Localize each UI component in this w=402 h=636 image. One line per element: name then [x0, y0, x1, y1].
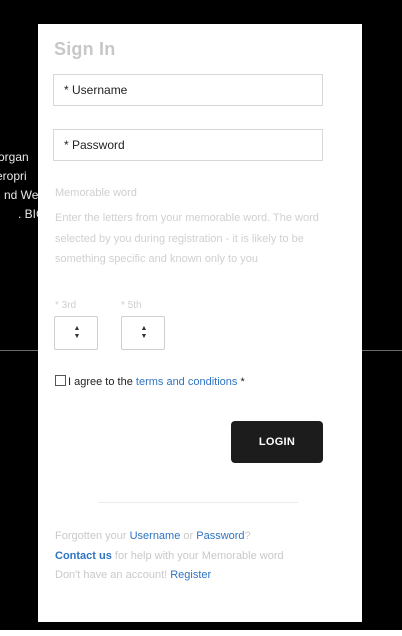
username-input[interactable]: [53, 74, 323, 106]
footer-divider: [98, 502, 298, 503]
signin-footer: Forgotten your Username or Password? Con…: [55, 527, 355, 586]
contact-row: Contact us for help with your Memorable …: [55, 547, 355, 567]
contact-us-link[interactable]: Contact us: [55, 550, 112, 562]
letter-5th-label: * 5th: [121, 300, 142, 311]
contact-suffix: for help with your Memorable word: [111, 549, 284, 562]
terms-required-mark: *: [237, 376, 245, 388]
signin-modal: Sign In Memorable word Enter the letters…: [38, 24, 362, 622]
terms-link[interactable]: terms and conditions: [136, 376, 238, 388]
letter-3rd-label: * 3rd: [55, 300, 77, 311]
no-account-text: Don't have an account!: [55, 569, 171, 581]
memorable-word-help: Enter the letters from your memorable wo…: [55, 212, 319, 265]
forgot-or: or: [180, 530, 197, 542]
register-row: Don't have an account! Register: [55, 566, 355, 586]
memorable-word-label: Memorable word: [55, 187, 137, 199]
forgot-row: Forgotten your Username or Password?: [55, 527, 355, 547]
terms-agreement: I agree to the terms and conditions *: [55, 375, 245, 388]
login-button[interactable]: LOGIN: [231, 421, 323, 463]
forgot-prefix: Forgotten your: [55, 530, 130, 542]
terms-checkbox[interactable]: [55, 375, 66, 386]
forgot-question-mark: ?: [244, 530, 251, 542]
up-down-arrows-icon: ▲ ▼: [140, 325, 148, 340]
letter-5th-select[interactable]: ▲ ▼: [121, 316, 165, 350]
forgot-password-link[interactable]: Password: [196, 530, 244, 542]
password-input[interactable]: [53, 129, 323, 161]
up-down-arrows-icon: ▲ ▼: [73, 325, 81, 340]
letter-3rd-select[interactable]: ▲ ▼: [54, 316, 98, 350]
forgot-username-link[interactable]: Username: [130, 530, 181, 542]
register-link[interactable]: Register: [170, 569, 211, 581]
terms-prefix: I agree to the: [68, 376, 136, 388]
signin-title: Sign In: [54, 39, 116, 59]
